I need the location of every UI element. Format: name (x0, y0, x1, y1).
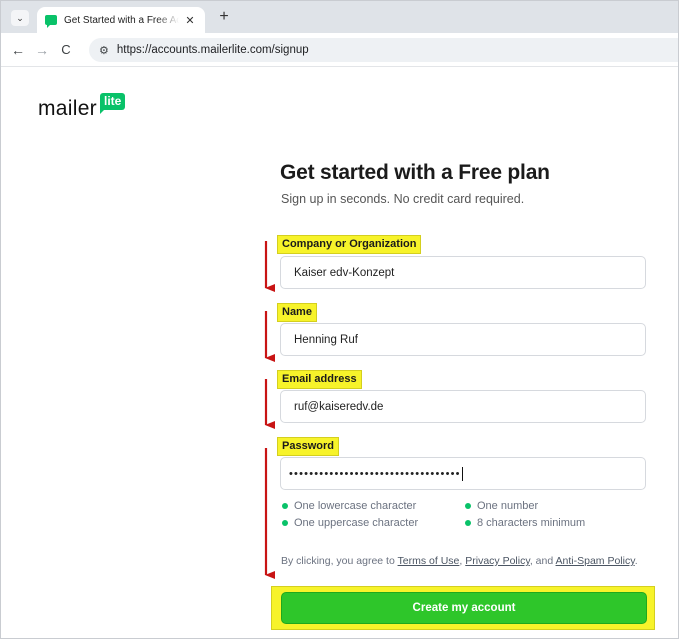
url-text: https://accounts.mailerlite.com/signup (116, 44, 309, 56)
anti-spam-policy-link[interactable]: Anti-Spam Policy (556, 555, 635, 567)
page-subtitle: Sign up in seconds. No credit card requi… (281, 192, 525, 206)
requirement-length: 8 characters minimum (465, 517, 585, 529)
requirement-uppercase: One uppercase character (282, 517, 418, 529)
back-arrow-icon[interactable]: ← (9, 41, 27, 59)
email-input[interactable]: ruf@kaiseredv.de (280, 390, 646, 423)
page-title: Get started with a Free plan (280, 161, 550, 184)
check-dot-icon (465, 520, 471, 526)
requirement-number: One number (465, 500, 538, 512)
company-label: Company or Organization (277, 235, 422, 254)
browser-tab[interactable]: Get Started with a Free Account ✕ (37, 7, 205, 33)
check-dot-icon (282, 520, 288, 526)
signup-page: mailer lite Get started with a Free plan… (1, 68, 678, 638)
check-dot-icon (282, 503, 288, 509)
password-masked-value: •••••••••••••••••••••••••••••••••• (289, 467, 461, 480)
terms-of-use-link[interactable]: Terms of Use (398, 555, 460, 567)
company-input[interactable]: Kaiser edv-Konzept (280, 256, 646, 289)
browser-toolbar: ← → C ⚙ https://accounts.mailerlite.com/… (1, 33, 678, 67)
tab-close-icon[interactable]: ✕ (183, 14, 197, 27)
logo-badge: lite (99, 93, 126, 114)
email-label: Email address (277, 370, 362, 389)
browser-window: ⌄ Get Started with a Free Account ✕ + ← … (0, 0, 679, 639)
new-tab-plus-icon[interactable]: + (215, 8, 233, 26)
logo-wordmark: mailer (38, 97, 97, 120)
text-caret (461, 466, 463, 481)
mailerlite-favicon-icon (45, 15, 57, 28)
privacy-policy-link[interactable]: Privacy Policy (465, 555, 530, 567)
mailerlite-logo[interactable]: mailer lite (38, 93, 126, 122)
forward-arrow-icon[interactable]: → (33, 41, 51, 59)
create-account-button[interactable]: Create my account (281, 592, 647, 624)
terms-notice: By clicking, you agree to Terms of Use, … (281, 555, 638, 567)
tab-search-chevron-down-icon[interactable]: ⌄ (11, 10, 29, 26)
submit-highlight: Create my account (271, 586, 655, 630)
reload-icon[interactable]: C (57, 41, 75, 59)
site-settings-icon[interactable]: ⚙ (99, 44, 109, 57)
address-bar[interactable]: ⚙ https://accounts.mailerlite.com/signup (89, 38, 678, 62)
tab-bar: ⌄ Get Started with a Free Account ✕ + (1, 1, 678, 33)
name-input[interactable]: Henning Ruf (280, 323, 646, 356)
check-dot-icon (465, 503, 471, 509)
tab-title: Get Started with a Free Account (64, 14, 179, 26)
requirement-lowercase: One lowercase character (282, 500, 416, 512)
password-label: Password (277, 437, 339, 456)
name-label: Name (277, 303, 317, 322)
password-input[interactable]: •••••••••••••••••••••••••••••••••• (280, 457, 646, 490)
